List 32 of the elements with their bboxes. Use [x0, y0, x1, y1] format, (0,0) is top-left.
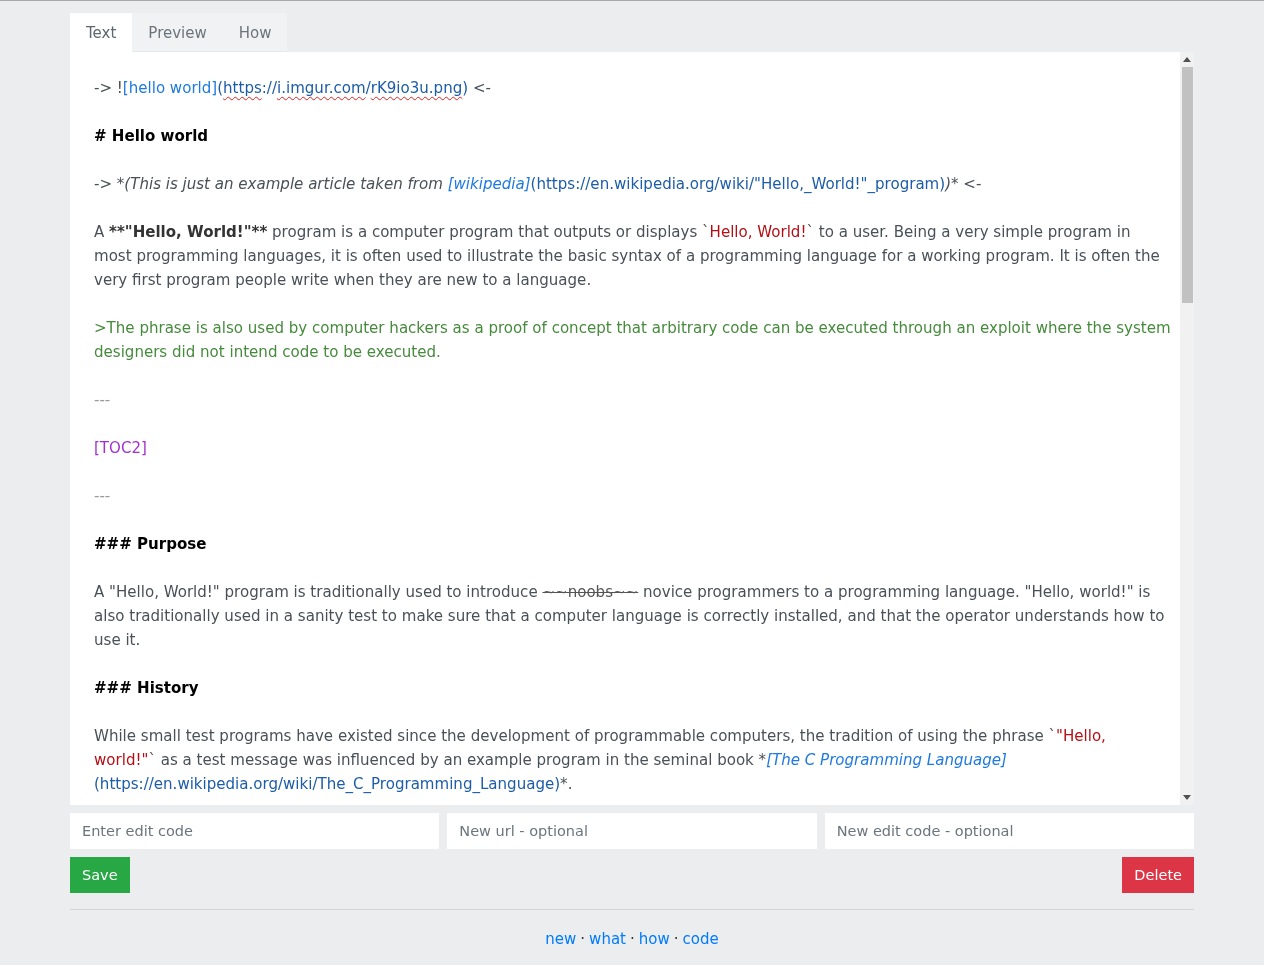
markdown-line: A **"Hello, World!"** program is a computer program that outputs or displays `Hello, World!` to a user. Being a very simple program in most programming languages, it is often used to illustrate the basic syntax of a programming language for a working program. It is often the very first program people write when they are new to a language.: [94, 222, 1161, 291]
separator-dot: ·: [580, 929, 586, 950]
separator-dot: ·: [673, 929, 679, 950]
text-field[interactable]: New edit code - optional: [824, 813, 1194, 849]
editor-tab[interactable]: How: [222, 13, 288, 52]
editor-tab[interactable]: Text: [70, 13, 133, 52]
markdown-line: -> ![hello world](https://i.imgur.com/rK9io3u.png) <-: [94, 78, 492, 99]
markdown-line: >The phrase is also used by computer hackers as a proof of concept that arbitrary code can be executed through an exploit where the system designers did not intend code to be executed.: [94, 318, 1171, 363]
separator-dot: ·: [629, 929, 635, 950]
arrow-down-icon[interactable]: [1183, 795, 1191, 800]
scrollbar[interactable]: [1180, 52, 1194, 805]
scrollbar-thumb[interactable]: [1181, 67, 1193, 303]
footer-link[interactable]: what: [589, 927, 626, 951]
markdown-line: -> *(This is just an example article taken from [wikipedia](https://en.wikipedia.org/wiki/"Hello,_World!"_program))* <-: [94, 174, 983, 195]
markdown-line: ---: [94, 486, 112, 507]
markdown-line: ### History: [94, 678, 200, 699]
editor-field[interactable]: [70, 52, 1194, 805]
markdown-line: While small test programs have existed since the development of programmable computers, the tradition of using the phrase `"Hello, world!"` as a test message was influenced by an example program in the seminal book *[The C Programming Language] (https://en.wikipedia.org/wiki/The_C_Programming_Language)*.: [94, 726, 1107, 795]
markdown-line: ### Purpose: [94, 534, 208, 555]
text-field[interactable]: New url - optional: [447, 813, 817, 849]
markdown-line: ---: [94, 390, 112, 411]
text-field[interactable]: Enter edit code: [70, 813, 440, 849]
footer-link[interactable]: how: [638, 927, 670, 951]
save-button[interactable]: Save: [70, 857, 130, 893]
markdown-line: A "Hello, World!" program is traditionally used to introduce ~~noobs~~ novice programmers to a programming language. "Hello, world!" is also traditionally used in a sanity test to make sure that a computer language is correctly installed, and that the operator understands how to use it.: [94, 582, 1166, 651]
arrow-up-icon[interactable]: [1183, 57, 1191, 62]
footer-link[interactable]: code: [682, 927, 719, 951]
footer-link[interactable]: new: [545, 927, 577, 951]
delete-button[interactable]: Delete: [1122, 857, 1194, 893]
editor-tab[interactable]: Preview: [132, 13, 223, 52]
markdown-line: [TOC2]: [94, 438, 148, 459]
markdown-line: # Hello world: [94, 126, 210, 147]
